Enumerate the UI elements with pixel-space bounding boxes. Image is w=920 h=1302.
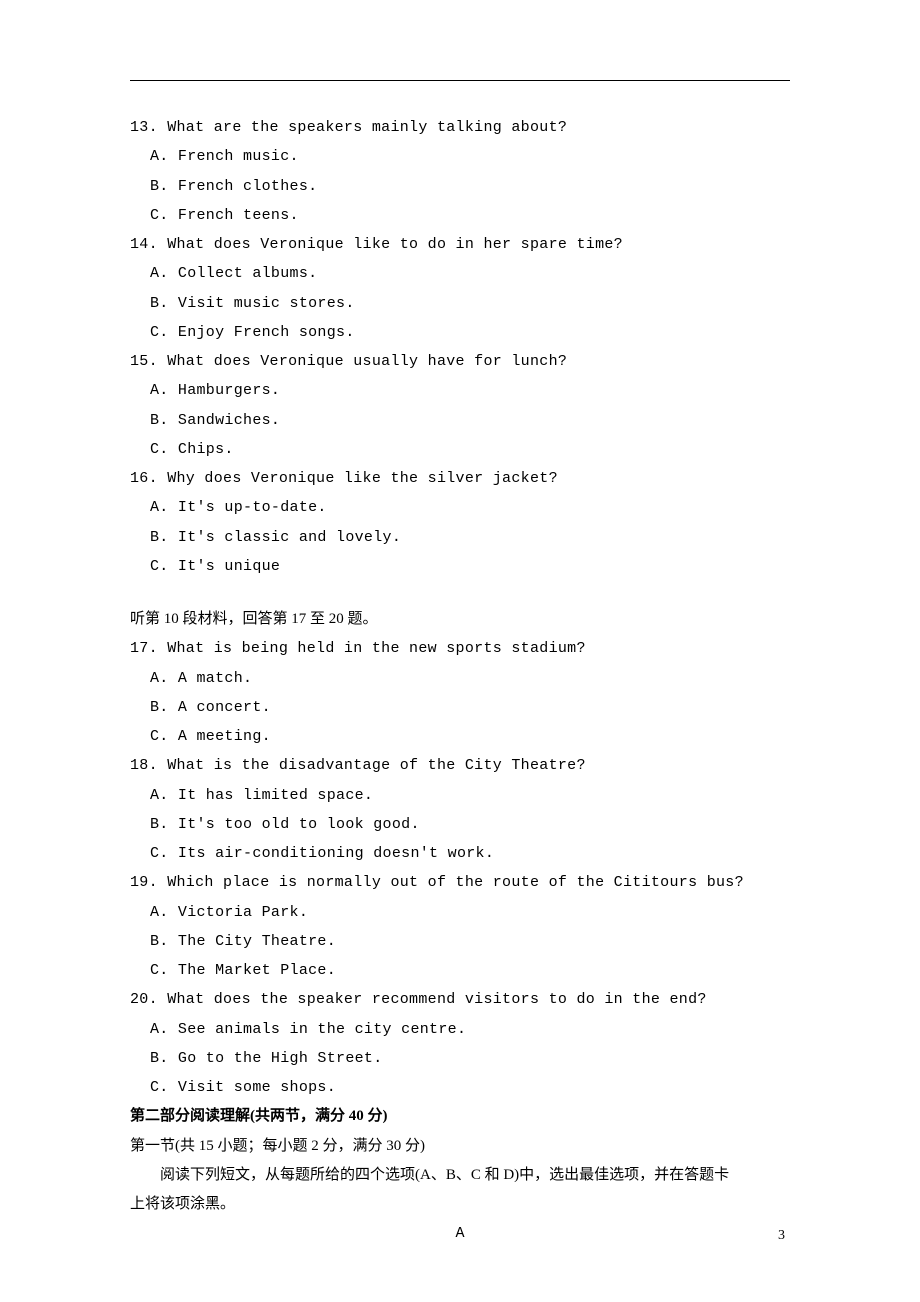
- question-text: 15. What does Veronique usually have for…: [130, 347, 790, 376]
- question-block: 15. What does Veronique usually have for…: [130, 347, 790, 464]
- question-text: 18. What is the disadvantage of the City…: [130, 751, 790, 780]
- instruction-line-1: 阅读下列短文，从每题所给的四个选项(A、B、C 和 D)中，选出最佳选项，并在答…: [130, 1161, 790, 1190]
- answer-option: A. Victoria Park.: [130, 898, 790, 927]
- top-divider: [130, 80, 790, 81]
- instruction-line-2: 上将该项涂黑。: [130, 1190, 790, 1219]
- answer-option: B. The City Theatre.: [130, 927, 790, 956]
- answer-option: C. Visit some shops.: [130, 1073, 790, 1102]
- part2-header: 第二部分阅读理解(共两节，满分 40 分): [130, 1102, 790, 1131]
- subsection-line: 第一节(共 15 小题；每小题 2 分，满分 30 分): [130, 1132, 790, 1161]
- question-block: 14. What does Veronique like to do in he…: [130, 230, 790, 347]
- answer-option: C. A meeting.: [130, 722, 790, 751]
- answer-option: B. It's too old to look good.: [130, 810, 790, 839]
- question-block: 13. What are the speakers mainly talking…: [130, 113, 790, 230]
- page-number: 3: [778, 1228, 785, 1244]
- answer-option: B. Sandwiches.: [130, 406, 790, 435]
- answer-option: A. Hamburgers.: [130, 376, 790, 405]
- answer-option: A. It's up-to-date.: [130, 493, 790, 522]
- answer-option: C. The Market Place.: [130, 956, 790, 985]
- answer-option: A. French music.: [130, 142, 790, 171]
- answer-option: C. Chips.: [130, 435, 790, 464]
- answer-option: B. A concert.: [130, 693, 790, 722]
- document-page: 13. What are the speakers mainly talking…: [0, 0, 920, 1289]
- answer-option: B. French clothes.: [130, 172, 790, 201]
- question-text: 13. What are the speakers mainly talking…: [130, 113, 790, 142]
- answer-option: A. See animals in the city centre.: [130, 1015, 790, 1044]
- question-text: 17. What is being held in the new sports…: [130, 634, 790, 663]
- listening-section-intro: 听第 10 段材料，回答第 17 至 20 题。: [130, 605, 790, 634]
- answer-option: C. Its air-conditioning doesn't work.: [130, 839, 790, 868]
- answer-option: C. It's unique: [130, 552, 790, 581]
- answer-option: B. Go to the High Street.: [130, 1044, 790, 1073]
- question-text: 14. What does Veronique like to do in he…: [130, 230, 790, 259]
- answer-option: C. French teens.: [130, 201, 790, 230]
- answer-option: A. Collect albums.: [130, 259, 790, 288]
- question-block: 20. What does the speaker recommend visi…: [130, 985, 790, 1102]
- question-block: 19. Which place is normally out of the r…: [130, 868, 790, 985]
- question-block: 17. What is being held in the new sports…: [130, 634, 790, 751]
- answer-option: C. Enjoy French songs.: [130, 318, 790, 347]
- answer-option: A. It has limited space.: [130, 781, 790, 810]
- question-text: 19. Which place is normally out of the r…: [130, 868, 790, 897]
- answer-option: B. It's classic and lovely.: [130, 523, 790, 552]
- question-text: 20. What does the speaker recommend visi…: [130, 985, 790, 1014]
- question-block: 18. What is the disadvantage of the City…: [130, 751, 790, 868]
- answer-option: B. Visit music stores.: [130, 289, 790, 318]
- question-block: 16. Why does Veronique like the silver j…: [130, 464, 790, 581]
- passage-letter: A: [130, 1219, 790, 1248]
- answer-option: A. A match.: [130, 664, 790, 693]
- question-text: 16. Why does Veronique like the silver j…: [130, 464, 790, 493]
